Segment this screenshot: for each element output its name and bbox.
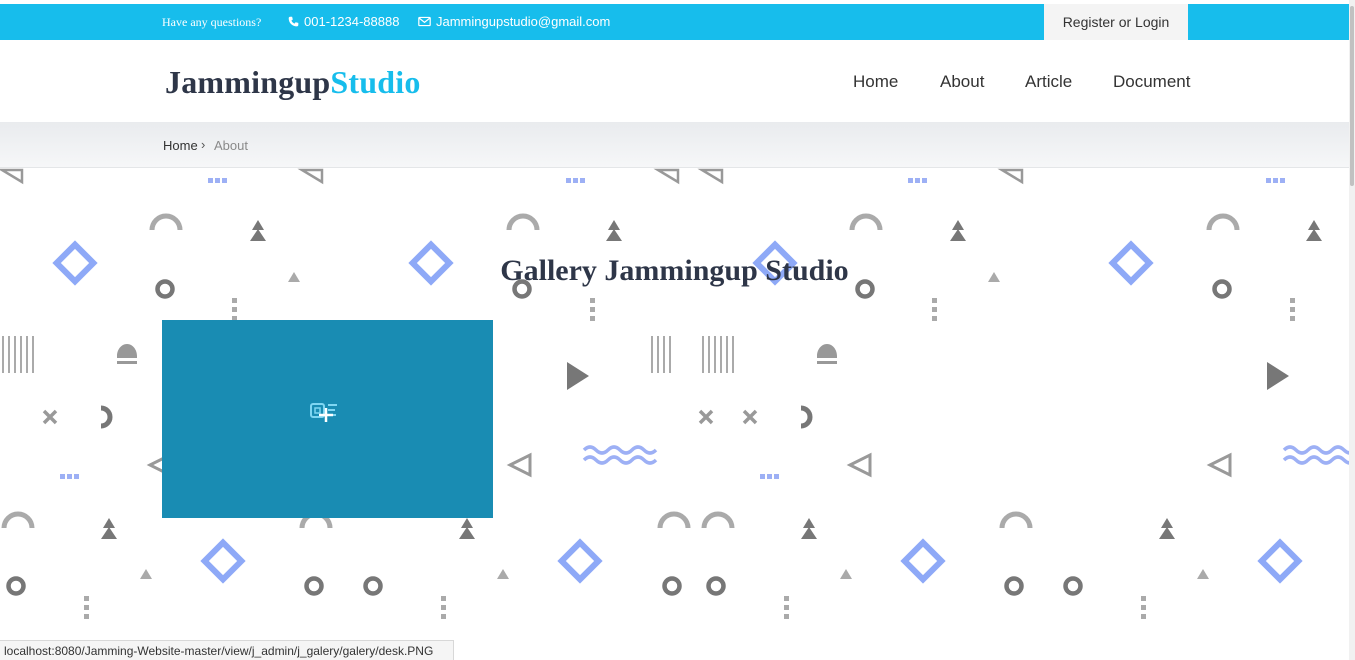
- site-header: JammingupStudio Home About Article Docum…: [0, 40, 1349, 122]
- nav-about[interactable]: About: [940, 72, 984, 92]
- phone-contact[interactable]: 001-1234-88888: [288, 14, 399, 29]
- breadcrumb-home[interactable]: Home: [163, 138, 198, 153]
- envelope-icon: [418, 16, 431, 27]
- page-scrollbar[interactable]: [1349, 0, 1355, 660]
- register-login-button[interactable]: Register or Login: [1044, 4, 1188, 40]
- nav-home[interactable]: Home: [853, 72, 898, 92]
- phone-number: 001-1234-88888: [304, 14, 400, 29]
- logo-part-2: Studio: [330, 64, 421, 100]
- gallery-section: Gallery Jammingup Studio: [0, 168, 1349, 640]
- nav-article[interactable]: Article: [1025, 72, 1072, 92]
- email-address: Jammingupstudio@gmail.com: [436, 14, 611, 29]
- breadcrumb: Home › About: [0, 122, 1349, 168]
- email-contact[interactable]: Jammingupstudio@gmail.com: [418, 14, 610, 29]
- nav-document[interactable]: Document: [1113, 72, 1190, 92]
- breadcrumb-separator: ›: [201, 137, 206, 152]
- questions-text: Have any questions?: [162, 15, 262, 29]
- phone-icon: [288, 16, 299, 27]
- breadcrumb-current: About: [214, 138, 248, 153]
- browser-status-url: localhost:8080/Jamming-Website-master/vi…: [0, 640, 454, 660]
- logo-part-1: Jammingup: [165, 64, 331, 100]
- top-info-bar: Have any questions? 001-1234-88888 Jammi…: [0, 4, 1349, 40]
- gallery-image-thumbnail[interactable]: [162, 320, 493, 518]
- site-logo[interactable]: JammingupStudio: [165, 64, 421, 101]
- gallery-title: Gallery Jammingup Studio: [500, 254, 849, 287]
- code-logo-plus-icon: [310, 403, 337, 422]
- scrollbar-thumb[interactable]: [1350, 6, 1354, 186]
